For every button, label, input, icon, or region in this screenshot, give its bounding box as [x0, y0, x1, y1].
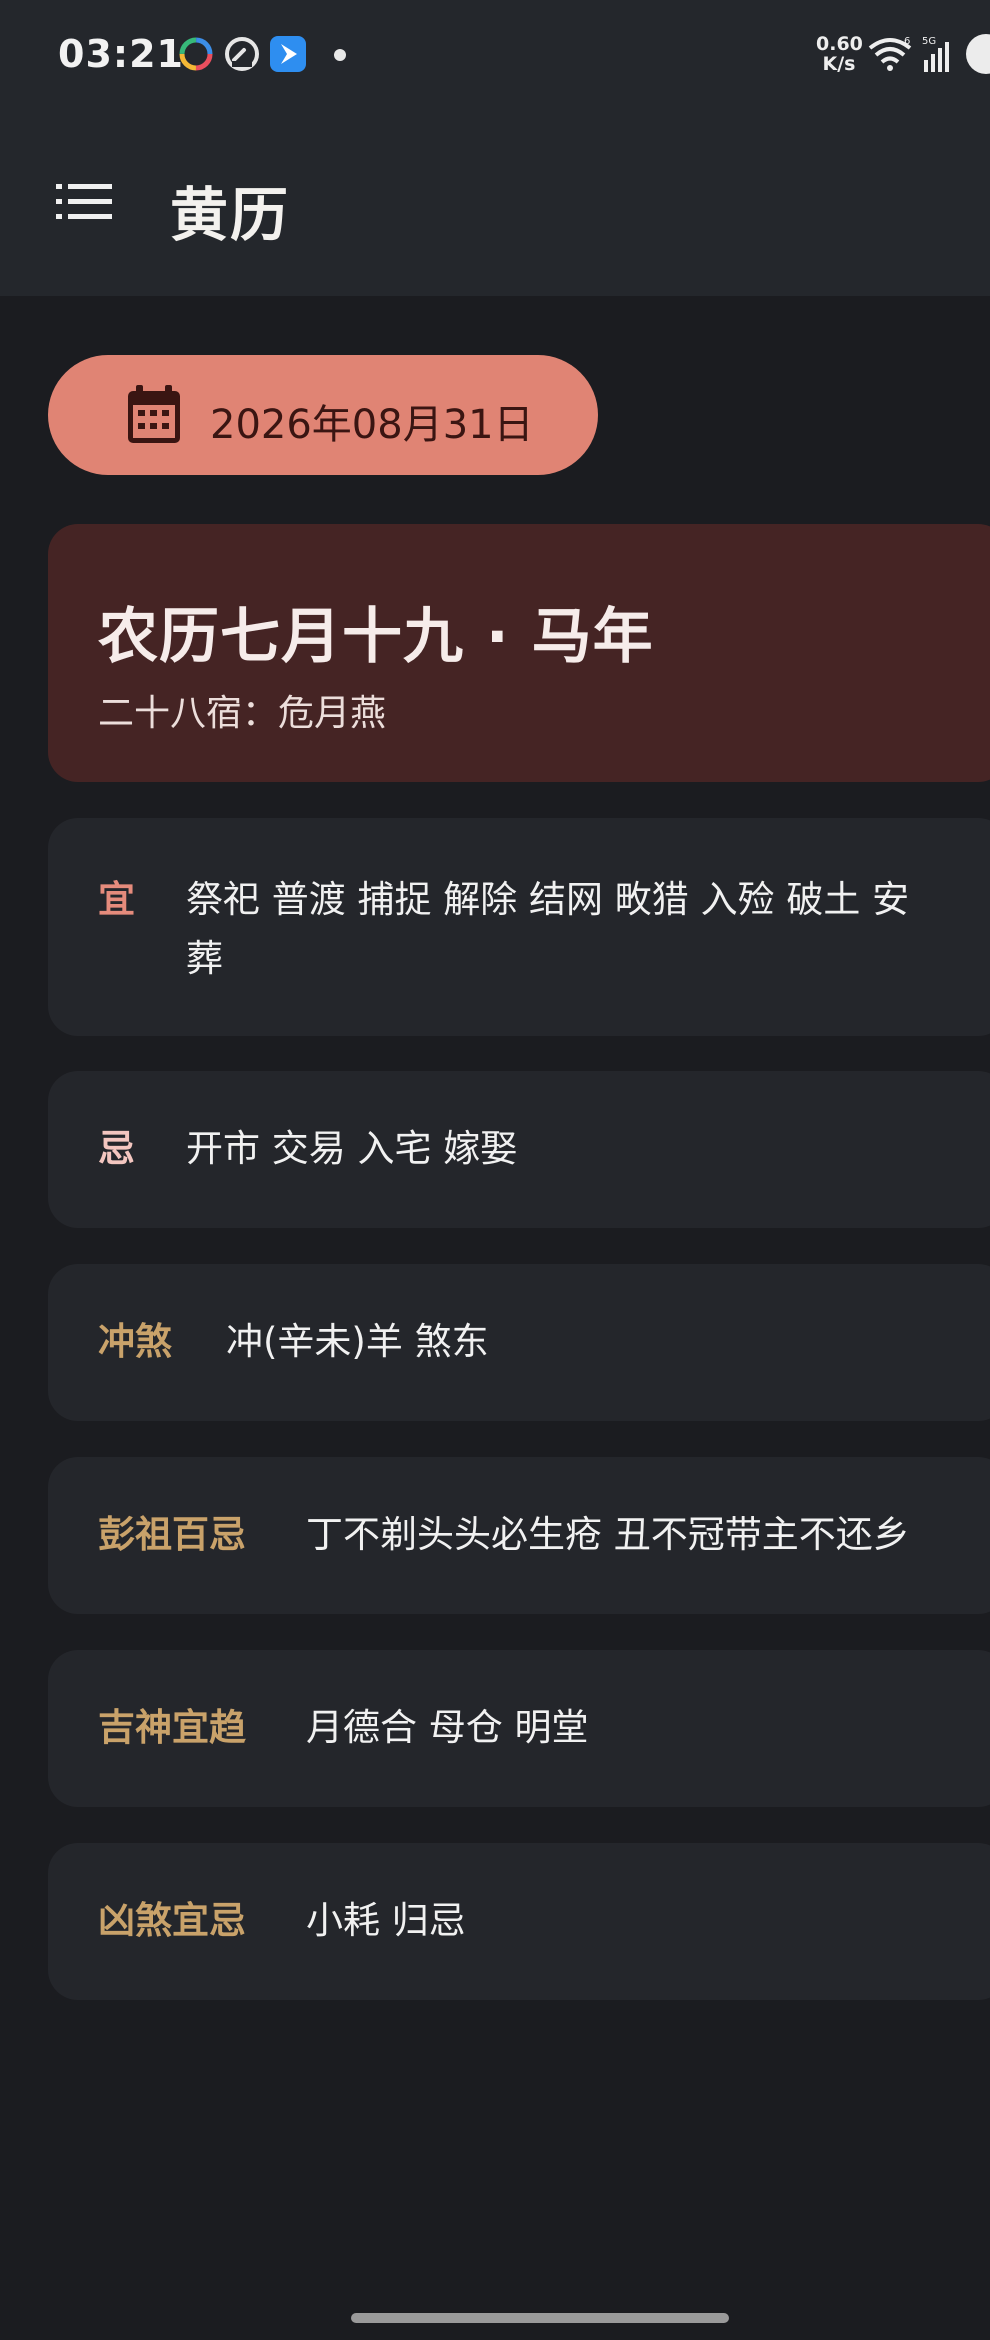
lunar-date-title: 农历七月十九 · 马年	[98, 602, 654, 672]
jishen-value: 月德合 母仓 明堂	[306, 1706, 589, 1749]
xiongsha-label: 凶煞宜忌	[98, 1899, 246, 1942]
date-picker-button[interactable]: 2026年08月31日	[48, 355, 598, 475]
selected-date: 2026年08月31日	[210, 402, 534, 448]
page-title: 黄历	[170, 181, 291, 249]
app-bar: 黄历	[0, 110, 990, 296]
chongsha-value: 冲(辛未)羊 煞东	[226, 1320, 489, 1363]
pengzu-value: 丁不剃头头必生疮 丑不冠带主不还乡	[306, 1513, 910, 1556]
pengzu-label: 彭祖百忌	[98, 1513, 246, 1556]
yi-value-line2: 葬	[186, 937, 223, 980]
card-xiongsha: 凶煞宜忌 小耗 归忌	[48, 1843, 990, 2000]
home-indicator[interactable]	[351, 2313, 729, 2323]
calendar-icon	[128, 385, 180, 443]
ji-value: 开市 交易 入宅 嫁娶	[186, 1127, 518, 1170]
xiongsha-value: 小耗 归忌	[306, 1899, 466, 1942]
svg-text:6: 6	[904, 36, 910, 47]
card-jishen: 吉神宜趋 月德合 母仓 明堂	[48, 1650, 990, 1807]
app-notification-icon	[270, 36, 306, 72]
battery-icon	[966, 34, 990, 74]
card-ji: 忌 开市 交易 入宅 嫁娶	[48, 1071, 990, 1228]
ji-label: 忌	[98, 1127, 135, 1170]
wifi-icon: 6	[868, 36, 912, 71]
status-bar: 03:21 0.60 K/s 6 5G	[0, 0, 990, 110]
lunar-date-card: 农历七月十九 · 马年 二十八宿：危月燕	[48, 524, 990, 782]
svg-text:5G: 5G	[922, 36, 936, 47]
lunar-mansion: 二十八宿：危月燕	[98, 693, 387, 734]
network-speed: 0.60 K/s	[816, 33, 863, 75]
card-yi: 宜 祭祀 普渡 捕捉 解除 结网 畋猎 入殓 破土 安 葬	[48, 818, 990, 1036]
jishen-label: 吉神宜趋	[98, 1706, 246, 1749]
yi-value-line1: 祭祀 普渡 捕捉 解除 结网 畋猎 入殓 破土 安	[186, 878, 910, 921]
network-speed-value: 0.60	[816, 33, 863, 55]
chongsha-label: 冲煞	[98, 1320, 172, 1363]
card-chongsha: 冲煞 冲(辛未)羊 煞东	[48, 1264, 990, 1421]
card-pengzu: 彭祖百忌 丁不剃头头必生疮 丑不冠带主不还乡	[48, 1457, 990, 1614]
sync-ring-icon	[179, 37, 213, 71]
signal-5g-icon: 5G	[922, 36, 949, 72]
speedometer-icon	[225, 37, 259, 71]
menu-list-icon[interactable]	[56, 182, 112, 222]
status-time: 03:21	[58, 32, 184, 76]
yi-label: 宜	[98, 878, 135, 921]
status-more-dot	[334, 49, 346, 61]
network-speed-unit: K/s	[822, 53, 856, 75]
